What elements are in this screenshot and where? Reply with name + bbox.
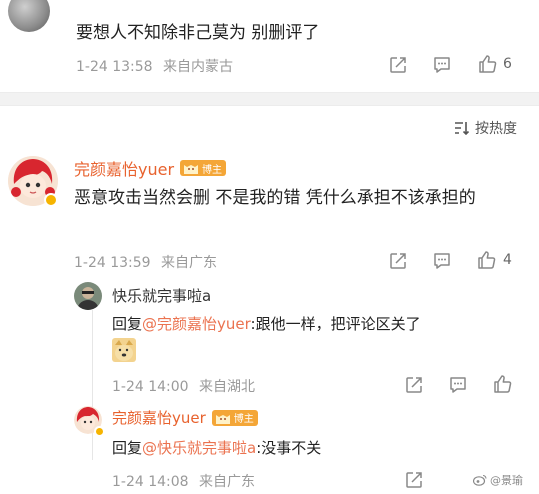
sort-icon bbox=[455, 122, 470, 135]
reply-prefix: 回复 bbox=[112, 439, 143, 457]
comment-meta: 1-24 13:59 来自广东 bbox=[74, 252, 217, 272]
comment-location: 来自湖北 bbox=[199, 379, 256, 395]
sort-button[interactable]: 按热度 bbox=[454, 118, 517, 138]
reply-body: :跟他一样，把评论区关了 bbox=[250, 315, 421, 333]
sort-label: 按热度 bbox=[475, 121, 517, 137]
reply-text: 回复@完颜嘉怡yuer:跟他一样，把评论区关了 bbox=[112, 312, 421, 336]
mention-link[interactable]: @快乐就完事啦a bbox=[142, 439, 256, 457]
reply-icon[interactable] bbox=[432, 251, 452, 271]
verified-icon bbox=[94, 426, 105, 437]
mention-link[interactable]: @完颜嘉怡yuer bbox=[142, 315, 251, 333]
reply-icon[interactable] bbox=[448, 375, 468, 395]
share-icon[interactable] bbox=[404, 375, 424, 395]
section-divider bbox=[0, 92, 539, 106]
reply-prefix: 回复 bbox=[112, 315, 143, 333]
share-icon[interactable] bbox=[404, 470, 424, 490]
comment-time: 1-24 13:58 bbox=[76, 59, 153, 75]
cat-icon bbox=[215, 414, 230, 424]
comment-time: 1-24 13:59 bbox=[74, 255, 151, 271]
reply-icon[interactable] bbox=[432, 55, 452, 75]
cat-icon bbox=[184, 165, 199, 174]
comment-text: 要想人不知除非己莫为 别删评了 bbox=[76, 23, 320, 43]
avatar[interactable] bbox=[8, 0, 50, 32]
username[interactable]: 完颜嘉怡yuer bbox=[112, 407, 206, 428]
share-icon[interactable] bbox=[388, 251, 408, 271]
avatar[interactable] bbox=[74, 282, 102, 310]
username[interactable]: 完颜嘉怡yuer bbox=[74, 156, 174, 180]
like-icon[interactable] bbox=[493, 374, 513, 394]
blogger-badge: 博主 bbox=[211, 409, 258, 426]
comment-text: 恶意攻击当然会删 不是我的错 凭什么承担不该承担的 bbox=[74, 188, 476, 208]
comment-location: 来自内蒙古 bbox=[163, 59, 234, 75]
weibo-logo-icon bbox=[473, 474, 487, 486]
watermark: @景瑜 bbox=[473, 472, 523, 488]
comment-meta: 1-24 13:58 来自内蒙古 bbox=[76, 56, 233, 76]
username[interactable]: 快乐就完事啦a bbox=[112, 285, 211, 306]
reply-body: :没事不关 bbox=[256, 439, 322, 457]
like-icon[interactable] bbox=[477, 250, 497, 270]
like-count: 4 bbox=[503, 252, 512, 268]
comment-header: 完颜嘉怡yuer 博主 bbox=[112, 407, 258, 428]
like-icon[interactable] bbox=[478, 54, 498, 74]
doge-emoji-icon bbox=[112, 338, 136, 362]
verified-icon bbox=[44, 193, 58, 207]
comment-meta: 1-24 14:00 来自湖北 bbox=[112, 376, 255, 396]
comment-meta: 1-24 14:08 来自广东 bbox=[112, 471, 255, 491]
share-icon[interactable] bbox=[388, 55, 408, 75]
comment-time: 1-24 14:08 bbox=[112, 474, 189, 490]
blogger-badge: 博主 bbox=[180, 160, 227, 176]
reply-text: 回复@快乐就完事啦a:没事不关 bbox=[112, 436, 321, 460]
thread-line bbox=[92, 310, 93, 460]
comment-location: 来自广东 bbox=[199, 474, 256, 490]
like-count: 6 bbox=[503, 56, 512, 72]
comment-header: 完颜嘉怡yuer 博主 bbox=[74, 156, 227, 180]
comment-time: 1-24 14:00 bbox=[112, 379, 189, 395]
comment-location: 来自广东 bbox=[161, 255, 218, 271]
